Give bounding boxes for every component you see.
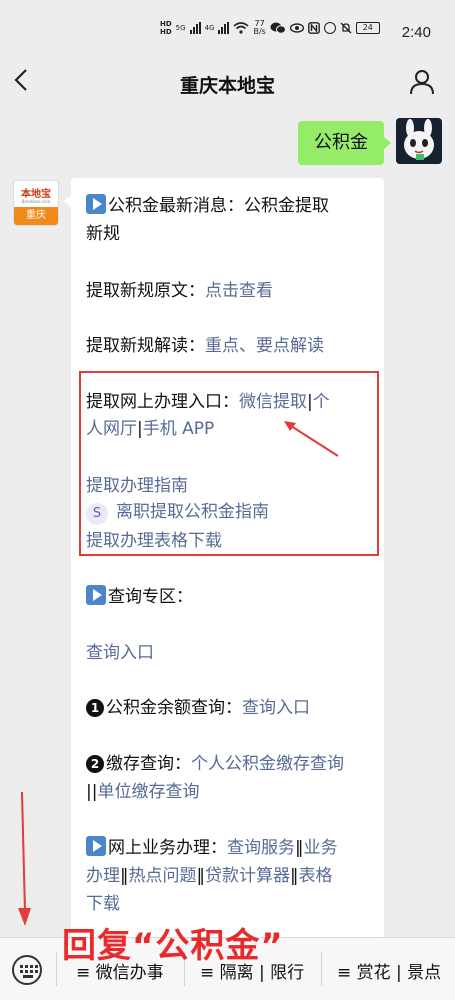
query-entry-link[interactable]: 查询入口 [86, 643, 154, 663]
personal-hall-link-2[interactable]: 人网厅 [86, 419, 137, 439]
eye-icon [289, 23, 304, 33]
resign-line: S 离职提取公积金指南 [86, 497, 269, 525]
signal-icon-2 [218, 22, 230, 34]
balance-query-link[interactable]: 查询入口 [242, 698, 310, 718]
mobile-app-link[interactable]: 手机 APP [143, 419, 215, 439]
rule-interpret-link[interactable]: 重点、要点解读 [205, 336, 324, 356]
query-entry-line: 查询入口 [86, 638, 154, 663]
deposit-line: 2 缴存查询：个人公积金缴存查询 [86, 749, 344, 774]
query-service-link[interactable]: 查询服务 [227, 838, 295, 858]
play-icon [86, 836, 106, 856]
wechat-icon [270, 22, 286, 34]
net-speed: 77 B/s [253, 19, 266, 36]
self-avatar[interactable] [396, 118, 442, 164]
mute-icon [340, 22, 352, 34]
menu-flowers[interactable]: ≡ 赏花 | 景点 [337, 958, 441, 983]
number-two-icon: 2 [86, 755, 104, 773]
biz-line-3: 下载 [86, 889, 120, 914]
guide-link: 提取办理指南 [86, 471, 188, 496]
rule-text-line: 提取新规原文：点击查看 [86, 281, 273, 301]
wechat-withdraw-link[interactable]: 微信提取 [239, 392, 307, 412]
online-entry-line: 提取网上办理入口：微信提取|个 [86, 392, 330, 412]
rule-interpret-line: 提取新规解读：重点、要点解读 [86, 336, 324, 356]
net-label-1: 5G [175, 24, 186, 32]
menu-divider [321, 952, 322, 986]
form-download-link[interactable]: 提取办理表格下载 [86, 531, 222, 551]
bot-avatar[interactable]: 本地宝 Bendibao.com 重庆 [13, 180, 59, 226]
personal-hall-link[interactable]: 个 [313, 392, 330, 412]
news-line-2: 新规 [86, 224, 120, 244]
mini-program-icon: S [86, 503, 108, 525]
avatar-brand: 本地宝 [21, 189, 51, 200]
business-link[interactable]: 业务 [304, 838, 338, 858]
withdraw-guide-link[interactable]: 提取办理指南 [86, 476, 188, 496]
balance-line: 1 公积金余额查询：查询入口 [86, 693, 310, 718]
form-line: 提取办理表格下载 [86, 526, 222, 551]
forms-link-2[interactable]: 下载 [86, 894, 120, 914]
rule-text-link[interactable]: 点击查看 [205, 281, 273, 301]
number-one-icon: 1 [86, 699, 104, 717]
signal-icon [189, 22, 201, 34]
personal-deposit-link[interactable]: 个人公积金缴存查询 [191, 754, 344, 774]
outgoing-message[interactable]: 公积金 [298, 121, 391, 165]
profile-button[interactable] [409, 68, 435, 96]
reply-hint: 回复“公积金” [62, 926, 284, 966]
unit-deposit-link[interactable]: 单位缴存查询 [97, 782, 199, 802]
user-icon [410, 70, 434, 95]
query-zone-line: 查询专区： [86, 582, 193, 607]
business-link-2[interactable]: 办理 [86, 866, 120, 886]
avatar-city: 重庆 [14, 207, 58, 225]
biz-line-2: 办理‖热点问题‖贷款计算器‖表格 [86, 866, 333, 886]
avatar-site: Bendibao.com [21, 199, 51, 204]
nav-bar: 重庆本地宝 [0, 62, 455, 102]
status-icons: HD HD 5G 4G 77 B/s 24 [160, 20, 380, 36]
online-entry-line-2: 人网厅|手机 APP [86, 419, 215, 439]
annotation-arrow-down [18, 791, 31, 926]
status-time: 2:40 [401, 24, 431, 41]
alarm-icon [323, 22, 336, 34]
forms-link[interactable]: 表格 [299, 866, 333, 886]
sim-labels: HD HD [160, 20, 172, 36]
play-icon [86, 194, 106, 214]
page-title: 重庆本地宝 [179, 75, 275, 97]
resign-guide-link[interactable]: 离职提取公积金指南 [116, 502, 269, 522]
net-label-2: 4G [204, 24, 215, 32]
nfc-icon [307, 22, 320, 34]
play-icon [86, 585, 106, 605]
menu-divider [56, 952, 57, 986]
annotation-arrow [284, 421, 339, 457]
battery-icon: 24 [355, 22, 380, 34]
loan-calculator-link[interactable]: 贷款计算器 [205, 866, 290, 886]
wifi-icon [233, 22, 249, 34]
news-line: 公积金最新消息：公积金提取 [86, 191, 329, 216]
status-bar: HD HD 5G 4G 77 B/s 24 2:40 [0, 0, 455, 62]
biz-line: 网上业务办理：查询服务‖业务 [86, 833, 338, 858]
hot-issues-link[interactable]: 热点问题 [129, 866, 197, 886]
keyboard-toggle[interactable] [12, 955, 42, 985]
cartoon-avatar-icon [396, 118, 442, 164]
deposit-line-2: ||单位缴存查询 [86, 782, 200, 802]
